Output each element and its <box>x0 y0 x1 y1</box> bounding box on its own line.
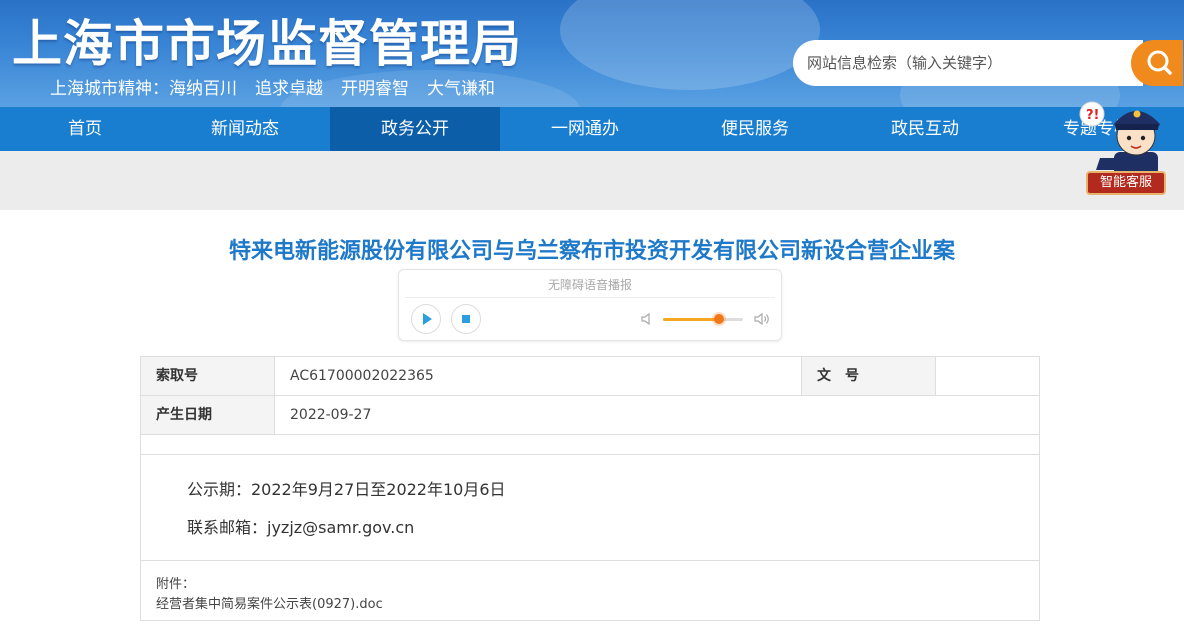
site-title[interactable]: 上海市市场监督管理局 <box>12 4 522 76</box>
info-row: 索取号 AC61700002022365 文 号 <box>141 357 1039 396</box>
spirit-phrase: 上海城市精神：海纳百川 <box>50 79 237 99</box>
date-value: 2022-09-27 <box>290 407 372 423</box>
stop-button[interactable] <box>451 304 481 334</box>
audio-player: 无障碍语音播报 <box>398 269 782 341</box>
spirit-phrase: 大气谦和 <box>427 79 495 99</box>
svg-text:?!: ?! <box>1086 108 1099 123</box>
volume-slider-handle[interactable] <box>714 314 724 324</box>
banner-cloud-decoration <box>560 0 820 90</box>
info-row: 产生日期 2022-09-27 <box>141 396 1039 435</box>
search-icon <box>1147 50 1172 75</box>
player-divider <box>405 297 775 298</box>
attachment-file-link[interactable]: 经营者集中简易案件公示表(0927).doc <box>156 593 383 612</box>
document-number-label: 文 号 <box>802 357 936 395</box>
nav-item-home[interactable]: 首页 <box>0 107 170 151</box>
site-banner: 上海市市场监督管理局 上海城市精神：海纳百川 追求卓越 开明睿智 大气谦和 <box>0 0 1184 107</box>
play-button[interactable] <box>411 304 441 334</box>
player-title: 无障碍语音播报 <box>547 278 632 292</box>
content-section: 公示期：2022年9月27日至2022年10月6日 联系邮箱：jyzjz@sam… <box>141 455 1039 561</box>
nav-item-one-stop-service[interactable]: 一网通办 <box>500 107 670 151</box>
nav-item-public-services[interactable]: 便民服务 <box>670 107 840 151</box>
nav-item-news[interactable]: 新闻动态 <box>160 107 330 151</box>
info-spacer-row <box>141 435 1039 455</box>
volume-slider[interactable] <box>663 314 743 324</box>
search-input[interactable] <box>807 51 1127 75</box>
main-nav: 首页 新闻动态 政务公开 一网通办 便民服务 政民互动 专题专栏 <box>0 107 1184 151</box>
nav-item-government-affairs[interactable]: 政务公开 <box>330 107 500 151</box>
attachment-section: 附件： 经营者集中简易案件公示表(0927).doc <box>141 561 1039 621</box>
search-button[interactable] <box>1131 40 1183 86</box>
document-number-value <box>936 357 1039 395</box>
search-box <box>793 40 1143 86</box>
date-label: 产生日期 <box>141 396 275 434</box>
index-number-value: AC61700002022365 <box>275 357 802 395</box>
spirit-phrase: 开明睿智 <box>341 79 409 99</box>
contact-email-text: 联系邮箱：jyzjz@samr.gov.cn <box>187 518 415 537</box>
spirit-phrase: 追求卓越 <box>255 79 323 99</box>
gray-band <box>0 151 1184 210</box>
customer-service-label[interactable]: 智能客服 <box>1086 171 1166 195</box>
city-spirit-slogan: 上海城市精神：海纳百川 追求卓越 开明睿智 大气谦和 <box>50 74 513 99</box>
smart-customer-service[interactable]: ?! 智能客服 <box>1070 92 1180 198</box>
notice-period-text: 公示期：2022年9月27日至2022年10月6日 <box>187 480 506 499</box>
play-icon <box>423 313 432 325</box>
volume-low-icon[interactable] <box>639 311 655 327</box>
document-info-table: 索取号 AC61700002022365 文 号 产生日期 2022-09-27… <box>140 356 1040 621</box>
volume-slider-fill <box>663 318 719 321</box>
attachment-label: 附件： <box>156 577 196 592</box>
police-mascot-icon: ?! <box>1079 101 1160 176</box>
stop-icon <box>462 315 470 323</box>
site-search <box>793 40 1183 86</box>
index-number-label: 索取号 <box>141 357 275 395</box>
document-title: 特来电新能源股份有限公司与乌兰察布市投资开发有限公司新设合营企业案 <box>228 239 955 264</box>
volume-high-icon[interactable] <box>752 311 772 327</box>
nav-item-interaction[interactable]: 政民互动 <box>840 107 1010 151</box>
